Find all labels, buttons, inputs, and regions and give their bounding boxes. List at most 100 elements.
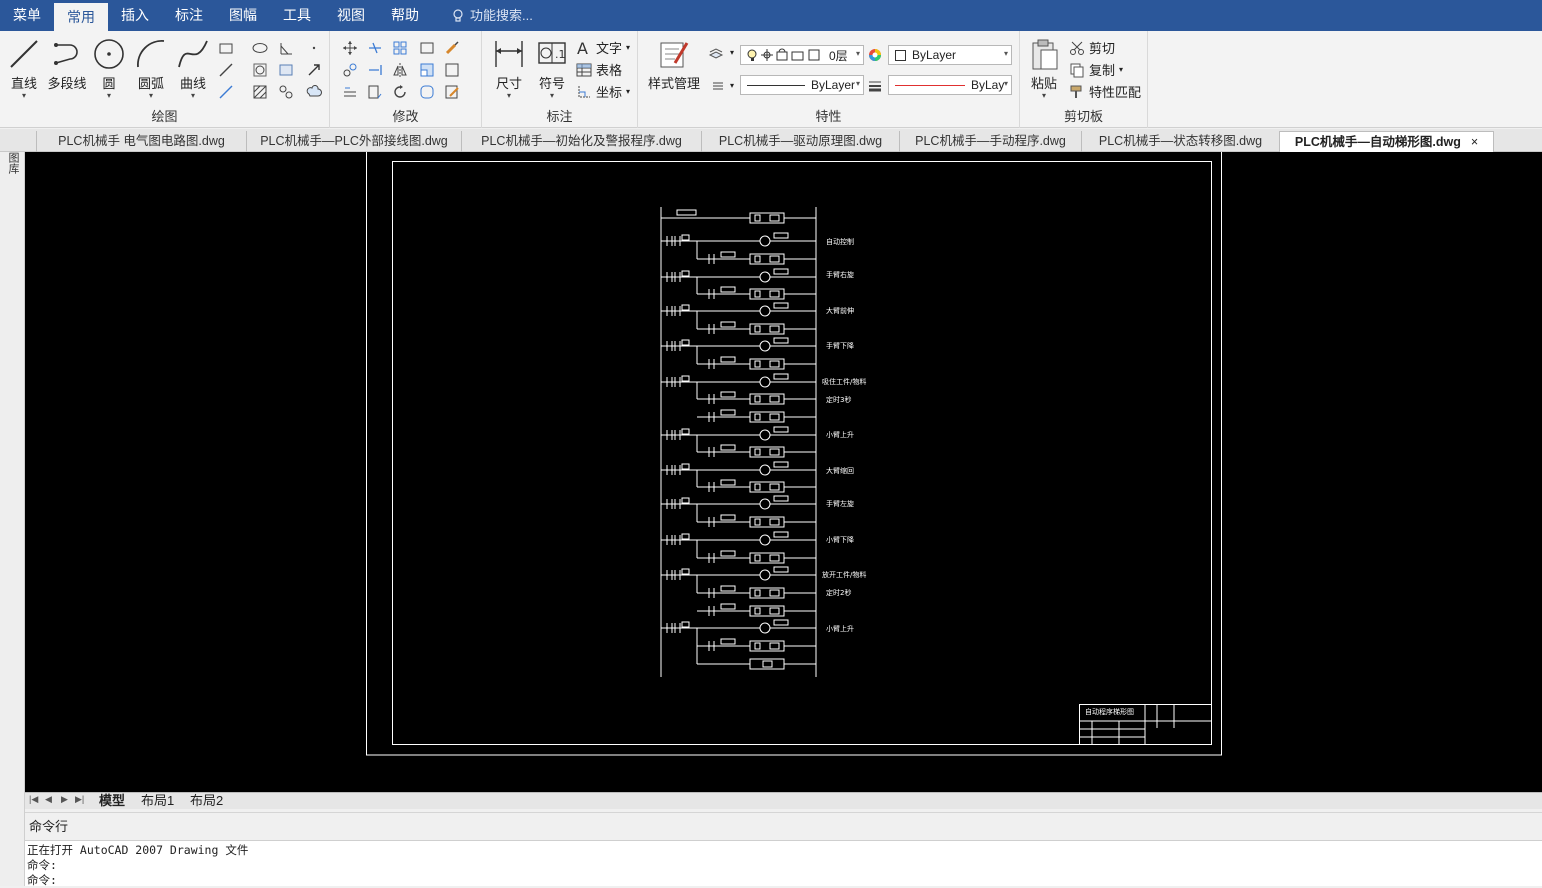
- rectangle-icon[interactable]: [218, 40, 234, 56]
- sub-rung-6-tag: [720, 444, 736, 451]
- last-layout-icon[interactable]: ▶|: [75, 794, 84, 805]
- stretch-icon[interactable]: [367, 84, 383, 100]
- style-manager-button[interactable]: 样式管理: [644, 37, 704, 92]
- copy-objects-icon[interactable]: [342, 62, 358, 78]
- cut-button[interactable]: 剪切: [1069, 38, 1115, 57]
- dimension-button[interactable]: 尺寸 ▾: [490, 37, 528, 100]
- prev-layout-icon[interactable]: ◀: [45, 794, 52, 805]
- menu-item-view[interactable]: 视图: [324, 0, 378, 31]
- library-panel-tab[interactable]: 图库: [5, 152, 19, 174]
- offset-icon[interactable]: [342, 84, 358, 100]
- trim-icon[interactable]: [367, 40, 383, 56]
- polyline-button[interactable]: 多段线: [46, 37, 88, 92]
- text-button[interactable]: A 文字 ▾: [576, 38, 630, 57]
- match-properties-button[interactable]: 特性匹配: [1069, 82, 1141, 101]
- coordinate-label: 坐标: [596, 85, 623, 100]
- curve-button[interactable]: 曲线 ▾: [174, 37, 212, 100]
- point-icon[interactable]: [306, 40, 322, 56]
- file-tab-5[interactable]: PLC机械手—手动程序.dwg: [899, 131, 1081, 152]
- main-rung-1-coil-tag: [773, 268, 789, 275]
- move-icon[interactable]: [342, 40, 358, 56]
- list-icon[interactable]: [710, 78, 726, 94]
- ladder-diagram: 自动控制手臂右旋大臂前伸手臂下降吸住工件/物料定时3秒小臂上升大臂缩回手臂左旋小…: [366, 152, 1222, 756]
- linetype-combo[interactable]: ByLayer ▾: [740, 75, 864, 95]
- hatch-icon[interactable]: [252, 84, 268, 100]
- file-tab-2[interactable]: PLC机械手—PLC外部接线图.dwg: [246, 131, 461, 152]
- fillet-icon[interactable]: [419, 84, 435, 100]
- menu-item-annotate[interactable]: 标注: [162, 0, 216, 31]
- menu-item-help[interactable]: 帮助: [378, 0, 432, 31]
- layout-tab-model[interactable]: 模型: [99, 793, 125, 809]
- sub-rung-7-instr-a: [754, 483, 761, 491]
- ellipse-icon[interactable]: [252, 40, 268, 56]
- close-tab-icon[interactable]: ×: [1471, 135, 1478, 149]
- match-properties-label: 特性匹配: [1089, 85, 1142, 100]
- command-line-2: 命令:: [27, 858, 57, 872]
- rung-label-3: 手臂下降: [826, 341, 854, 350]
- circle-button[interactable]: 圆 ▾: [92, 37, 126, 100]
- line-button[interactable]: 直线 ▾: [6, 37, 42, 100]
- symbol-button[interactable]: .1 符号 ▾: [534, 37, 570, 100]
- sub-rung-12-instr-b: [769, 642, 780, 650]
- block-icon[interactable]: [419, 40, 435, 56]
- menu-item-insert[interactable]: 插入: [108, 0, 162, 31]
- file-tab-7-active[interactable]: PLC机械手—自动梯形图.dwg ×: [1279, 131, 1494, 152]
- array-icon[interactable]: [392, 40, 408, 56]
- frame-icon[interactable]: [444, 62, 460, 78]
- drawing-canvas[interactable]: 自动控制 手臂右旋 大臂前伸 手臂下降 吸住工件/物料 定时3秒 小臂上升 大臂缩回 手臂左旋小…: [25, 152, 1542, 792]
- ray-icon[interactable]: [218, 84, 234, 100]
- revcloud-icon[interactable]: [306, 84, 322, 100]
- angle-icon[interactable]: [278, 40, 294, 56]
- sub-rung-9-tag: [720, 550, 736, 557]
- rotate-icon[interactable]: [392, 84, 408, 100]
- sub-rung-2-instr-b: [769, 325, 780, 333]
- arc-label: 圆弧: [137, 76, 164, 91]
- sub-rung-8-tag: [720, 514, 736, 521]
- scale-icon[interactable]: [419, 62, 435, 78]
- file-tab-6[interactable]: PLC机械手—状态转移图.dwg: [1081, 131, 1279, 152]
- menu-item-menu[interactable]: 菜单: [0, 0, 54, 31]
- file-tab-3[interactable]: PLC机械手—初始化及警报程序.dwg: [461, 131, 701, 152]
- layout-tab-1[interactable]: 布局1: [141, 793, 174, 809]
- file-tab-7-label: PLC机械手—自动梯形图.dwg: [1294, 135, 1461, 149]
- color-combo[interactable]: ByLayer ▾: [888, 45, 1012, 65]
- extend-icon[interactable]: [367, 62, 383, 78]
- layer-manager-icon[interactable]: [708, 46, 724, 62]
- menu-item-home[interactable]: 常用: [54, 3, 108, 31]
- coordinate-button[interactable]: 坐标 ▾: [576, 82, 630, 101]
- main-rung-0-coil-tag: [773, 232, 789, 239]
- first-layout-icon[interactable]: |◀: [29, 794, 38, 805]
- color-wheel-icon[interactable]: [867, 47, 883, 63]
- region-icon[interactable]: [252, 62, 268, 78]
- xline-icon[interactable]: [218, 62, 234, 78]
- menu-item-frame[interactable]: 图幅: [216, 0, 270, 31]
- arc-icon: [137, 40, 165, 68]
- menu-item-tools[interactable]: 工具: [270, 0, 324, 31]
- boundary-icon[interactable]: [278, 84, 294, 100]
- arc-button[interactable]: 圆弧 ▾: [132, 37, 170, 100]
- main-rung-8-coil-tag: [773, 531, 789, 538]
- paste-button[interactable]: 粘贴 ▾: [1026, 37, 1062, 100]
- brush-icon[interactable]: [444, 40, 460, 56]
- sub-rung-10-instr-b: [769, 589, 780, 597]
- next-layout-icon[interactable]: ▶: [61, 794, 68, 805]
- file-tab-4[interactable]: PLC机械手—驱动原理图.dwg: [701, 131, 899, 152]
- table-button[interactable]: 表格: [576, 60, 622, 79]
- feature-search[interactable]: 功能搜索...: [452, 0, 533, 31]
- main-rung-5-tag: [681, 428, 690, 435]
- wipeout-icon[interactable]: [278, 62, 294, 78]
- edit-icon[interactable]: [444, 84, 460, 100]
- main-rung-6-coil-tag: [773, 461, 789, 468]
- curve-icon: [178, 40, 208, 68]
- lineweight-combo[interactable]: ByLay ▾: [888, 75, 1012, 95]
- copy-button[interactable]: 复制 ▾: [1069, 60, 1123, 79]
- cut-label: 剪切: [1089, 41, 1116, 56]
- file-tab-1[interactable]: PLC机械手 电气图电路图.dwg: [36, 131, 246, 152]
- arrow-icon[interactable]: [306, 62, 322, 78]
- lineweight-icon[interactable]: [867, 78, 883, 94]
- command-history[interactable]: 正在打开 AutoCAD 2007 Drawing 文件 命令: 命令:: [25, 840, 1542, 887]
- mirror-icon[interactable]: [392, 62, 408, 78]
- layer-combo[interactable]: 0层 ▾: [740, 45, 864, 65]
- layout-tab-2[interactable]: 布局2: [190, 793, 223, 809]
- properties-group-label: 特性: [815, 109, 842, 124]
